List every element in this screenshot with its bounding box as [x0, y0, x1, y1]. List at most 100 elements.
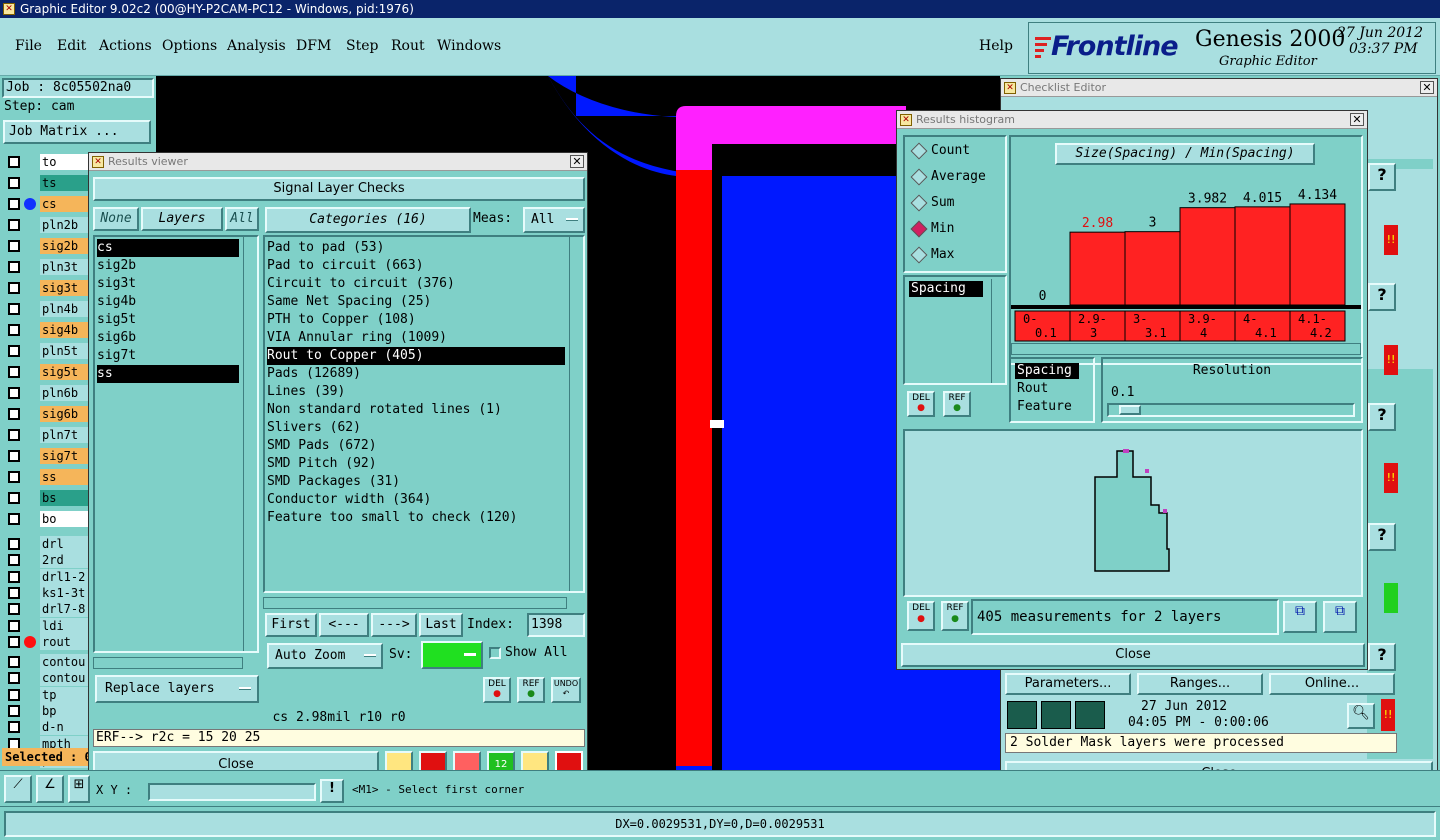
radio-sum[interactable]: [910, 194, 928, 212]
import-icon[interactable]: ⧉: [1323, 601, 1357, 633]
resolution-slider[interactable]: [1107, 403, 1355, 417]
menu-options[interactable]: Options: [162, 38, 217, 54]
viewer-layer-item[interactable]: sig7t: [97, 347, 239, 365]
layer-row[interactable]: pln6b: [6, 385, 88, 401]
layer-row[interactable]: d-n: [6, 719, 88, 736]
viewer-layer-item[interactable]: cs: [97, 239, 239, 257]
del-button[interactable]: DEL ●: [907, 391, 935, 417]
category-item[interactable]: Feature too small to check (120): [267, 509, 565, 527]
layer-name[interactable]: pln6b: [40, 385, 88, 401]
show-all-checkbox[interactable]: [489, 647, 501, 659]
layer-checkbox[interactable]: [8, 492, 20, 504]
category-item[interactable]: Pads (12689): [267, 365, 565, 383]
category-item[interactable]: Conductor width (364): [267, 491, 565, 509]
layer-checkbox[interactable]: [8, 177, 20, 189]
category-item[interactable]: Rout to Copper (405): [267, 347, 565, 365]
last-button[interactable]: Last: [419, 613, 463, 637]
layer-name[interactable]: sig3t: [40, 280, 88, 296]
menu-file[interactable]: File: [15, 38, 42, 54]
ranges-button[interactable]: Ranges...: [1137, 673, 1263, 695]
draw-tool-icon[interactable]: ⟋: [4, 775, 32, 803]
viewer-layer-item[interactable]: ss: [97, 365, 239, 383]
category-item[interactable]: SMD Pitch (92): [267, 455, 565, 473]
categories-button[interactable]: Categories (16): [265, 207, 471, 233]
layer-checkbox[interactable]: [8, 450, 20, 462]
prev-button[interactable]: <---: [319, 613, 369, 637]
layer-name[interactable]: ts: [40, 175, 88, 191]
del-button[interactable]: DEL ●: [483, 677, 511, 703]
layer-name[interactable]: ldi: [40, 617, 88, 634]
sv-color-dropdown[interactable]: [421, 641, 483, 669]
chart-hscrollbar[interactable]: [1011, 343, 1361, 355]
viewer-layer-item[interactable]: sig6b: [97, 329, 239, 347]
layer-list-hscrollbar[interactable]: [93, 657, 243, 669]
layer-name[interactable]: rout: [40, 633, 88, 650]
layer-checkbox[interactable]: [8, 656, 20, 669]
menu-rout[interactable]: Rout: [391, 38, 425, 54]
layer-name[interactable]: sig5t: [40, 364, 88, 380]
layer-row[interactable]: drl7-8: [6, 601, 88, 618]
help-icon[interactable]: ?: [1368, 403, 1396, 431]
layer-name[interactable]: sig4b: [40, 322, 88, 338]
radio-count[interactable]: [910, 142, 928, 160]
layer-row[interactable]: ldi: [6, 617, 88, 634]
layer-checkbox[interactable]: [8, 635, 20, 648]
radio-max[interactable]: [910, 246, 928, 264]
layer-row[interactable]: pln7t: [6, 427, 88, 443]
close-icon[interactable]: ✕: [1350, 113, 1364, 126]
export-icon[interactable]: ⧉: [1283, 601, 1317, 633]
category-item[interactable]: PTH to Copper (108): [267, 311, 565, 329]
radio-min[interactable]: [910, 220, 928, 238]
index-input[interactable]: 1398: [527, 613, 585, 637]
layer-name[interactable]: tp: [40, 686, 88, 703]
category-list-scrollbar[interactable]: [569, 237, 583, 591]
histogram-bar[interactable]: [1124, 231, 1181, 306]
layer-checkbox[interactable]: [8, 603, 20, 616]
viewer-layer-item[interactable]: sig4b: [97, 293, 239, 311]
layer-checkbox[interactable]: [8, 408, 20, 420]
layer-row[interactable]: pln4b: [6, 301, 88, 317]
layer-list-scrollbar[interactable]: [243, 237, 257, 651]
layer-row[interactable]: to: [6, 154, 88, 170]
ref-button[interactable]: REF ●: [517, 677, 545, 703]
layer-row[interactable]: contou: [6, 654, 88, 671]
layer-checkbox[interactable]: [8, 345, 20, 357]
job-matrix-button[interactable]: Job Matrix ...: [3, 120, 151, 144]
auto-zoom-dropdown[interactable]: Auto Zoom: [267, 643, 383, 669]
slider-thumb[interactable]: [1119, 405, 1141, 415]
layer-checkbox[interactable]: [8, 619, 20, 632]
layer-name[interactable]: 2rd: [40, 552, 88, 569]
menu-windows[interactable]: Windows: [437, 38, 501, 54]
feature-rout[interactable]: Rout: [1017, 381, 1048, 396]
layer-name[interactable]: sig2b: [40, 238, 88, 254]
layer-name[interactable]: drl: [40, 536, 88, 552]
feature-spacing[interactable]: Spacing: [1015, 363, 1079, 379]
parameters-button[interactable]: Parameters...: [1005, 673, 1131, 695]
layer-checkbox[interactable]: [8, 429, 20, 441]
info-icon[interactable]: !: [320, 779, 344, 803]
menu-edit[interactable]: Edit: [57, 38, 86, 54]
layer-row[interactable]: sig6b: [6, 406, 88, 422]
layer-name[interactable]: bo: [40, 511, 88, 527]
del-button[interactable]: DEL ●: [907, 601, 935, 631]
layer-checkbox[interactable]: [8, 261, 20, 273]
close-icon[interactable]: ✕: [570, 155, 584, 168]
layer-row[interactable]: sig4b: [6, 322, 88, 338]
layer-name[interactable]: contou: [40, 670, 88, 687]
layer-row[interactable]: pln2b: [6, 217, 88, 233]
menu-actions[interactable]: Actions: [99, 38, 152, 54]
layer-checkbox[interactable]: [8, 156, 20, 168]
histogram-bar[interactable]: [1234, 206, 1291, 306]
layer-checkbox[interactable]: [8, 219, 20, 231]
meas-dropdown[interactable]: All: [523, 207, 585, 233]
undo-button[interactable]: UNDO ↶: [551, 677, 581, 703]
layer-name[interactable]: drl7-8: [40, 601, 88, 618]
category-item[interactable]: Circuit to circuit (376): [267, 275, 565, 293]
menu-analysis[interactable]: Analysis: [227, 38, 286, 54]
category-item[interactable]: Lines (39): [267, 383, 565, 401]
layer-row[interactable]: contou: [6, 670, 88, 687]
layer-name[interactable]: drl1-2: [40, 568, 88, 585]
menu-dfm[interactable]: DFM: [296, 38, 331, 54]
layer-checkbox[interactable]: [8, 554, 20, 567]
layer-checkbox[interactable]: [8, 198, 20, 210]
